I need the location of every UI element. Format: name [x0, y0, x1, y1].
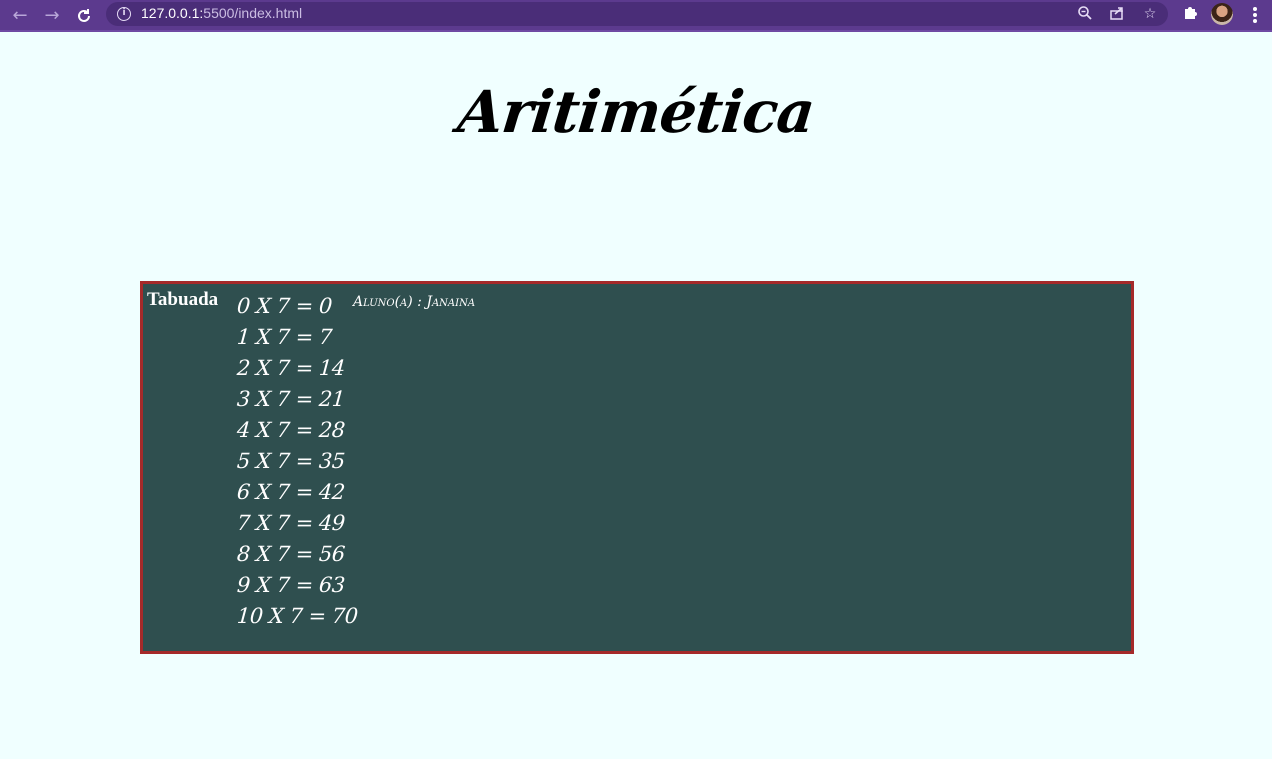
multiplication-table: 0 X 7 = 0 1 X 7 = 7 2 X 7 = 14 3 X 7 = 2… [236, 291, 359, 632]
info-icon[interactable]: i [117, 7, 131, 21]
more-vert-icon[interactable] [1250, 4, 1260, 26]
profile-avatar[interactable] [1211, 3, 1233, 25]
puzzle-icon[interactable] [1179, 4, 1201, 26]
table-row: 10 X 7 = 70 [236, 604, 359, 628]
zoom-out-icon[interactable] [1076, 5, 1094, 23]
url-text[interactable]: 127.0.0.1:5500/index.html [141, 5, 302, 21]
address-bar[interactable]: i 127.0.0.1:5500/index.html ☆ [106, 2, 1168, 26]
chalkboard: Tabuada 0 X 7 = 0 1 X 7 = 7 2 X 7 = 14 3… [140, 281, 1134, 654]
browser-toolbar: ← → i 127.0.0.1:5500/index.html ☆ [0, 0, 1272, 32]
table-row: 0 X 7 = 0 [236, 294, 333, 318]
arrow-right-icon[interactable]: → [40, 4, 64, 28]
table-row: 9 X 7 = 63 [236, 573, 346, 597]
student-name: Aluno(a) : Janaina [353, 294, 476, 310]
arrow-left-icon[interactable]: ← [8, 4, 32, 28]
page-title: Aritimética [454, 78, 818, 146]
table-row: 1 X 7 = 7 [236, 325, 333, 349]
star-icon[interactable]: ☆ [1141, 5, 1159, 23]
table-row: 8 X 7 = 56 [236, 542, 346, 566]
board-title: Tabuada [147, 289, 219, 310]
table-row: 3 X 7 = 21 [236, 387, 346, 411]
table-row: 4 X 7 = 28 [236, 418, 346, 442]
share-icon[interactable] [1108, 5, 1126, 23]
table-row: 2 X 7 = 14 [236, 356, 346, 380]
table-row: 7 X 7 = 49 [236, 511, 346, 535]
table-row: 5 X 7 = 35 [236, 449, 346, 473]
reload-icon[interactable] [72, 4, 96, 28]
table-row: 6 X 7 = 42 [236, 480, 346, 504]
